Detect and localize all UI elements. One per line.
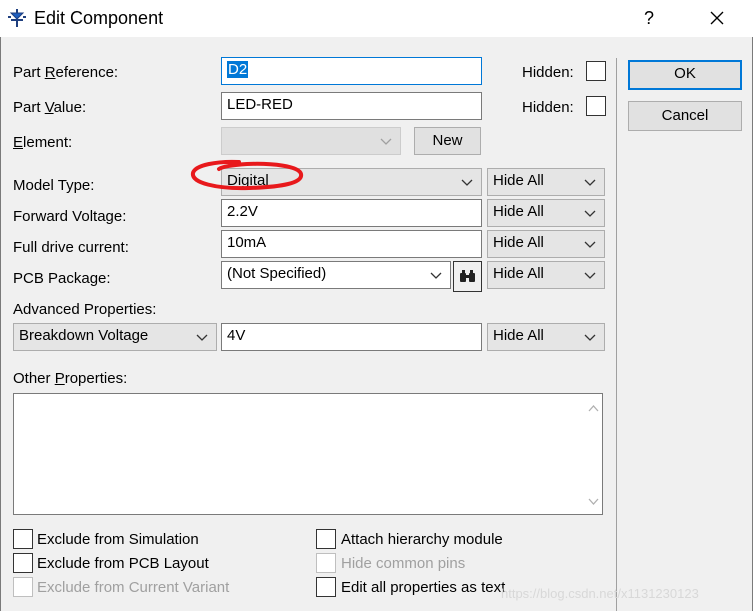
part-value-input[interactable]: LED-RED: [221, 92, 482, 120]
forward-voltage-visibility-select[interactable]: Hide All: [487, 199, 605, 227]
forward-voltage-input[interactable]: 2.2V: [221, 199, 482, 227]
pcb-package-visibility-select[interactable]: Hide All: [487, 261, 605, 289]
element-select[interactable]: [221, 127, 401, 155]
chevron-down-icon: [380, 138, 392, 145]
element-label: Element:: [13, 134, 73, 151]
attach-hierarchy-checkbox[interactable]: [316, 529, 336, 549]
advanced-properties-label: Advanced Properties:: [13, 301, 157, 318]
exclude-variant-checkbox[interactable]: [13, 577, 33, 597]
pcb-package-label: PCB Package:: [13, 270, 111, 287]
vertical-scrollbar[interactable]: [585, 394, 602, 514]
chevron-down-icon: [584, 210, 596, 217]
pcb-package-select[interactable]: (Not Specified): [221, 261, 451, 289]
chevron-down-icon: [584, 334, 596, 341]
hidden-label: Hidden:: [522, 99, 574, 116]
scroll-down-icon[interactable]: [588, 498, 599, 506]
part-reference-input[interactable]: D2: [221, 57, 482, 85]
other-properties-label: Other Properties:: [13, 370, 128, 387]
hide-common-pins-label: Hide common pins: [341, 555, 466, 572]
exclude-simulation-checkbox[interactable]: [13, 529, 33, 549]
close-icon[interactable]: [700, 4, 734, 32]
part-reference-label: Part Reference:: [13, 64, 119, 81]
dialog-body: Part Reference: D2 Hidden: Part Value: L…: [0, 37, 753, 611]
advanced-property-visibility-select[interactable]: Hide All: [487, 323, 605, 351]
window-title: Edit Component: [34, 8, 164, 28]
component-icon: [8, 9, 26, 27]
help-button[interactable]: ?: [632, 4, 666, 32]
attach-hierarchy-label: Attach hierarchy module: [341, 531, 503, 548]
hidden-value-checkbox[interactable]: [586, 96, 606, 116]
ok-button[interactable]: OK: [628, 60, 742, 90]
chevron-down-icon: [196, 334, 208, 341]
edit-as-text-checkbox[interactable]: [316, 577, 336, 597]
advanced-property-select[interactable]: Breakdown Voltage: [13, 323, 217, 351]
annotation-circle: [191, 159, 303, 191]
model-type-visibility-select[interactable]: Hide All: [487, 168, 605, 196]
hidden-label: Hidden:: [522, 64, 574, 81]
chevron-down-icon: [584, 241, 596, 248]
watermark: https://blog.csdn.net/x1131230123: [501, 586, 699, 601]
full-drive-current-input[interactable]: 10mA: [221, 230, 482, 258]
hidden-reference-checkbox[interactable]: [586, 61, 606, 81]
exclude-variant-label: Exclude from Current Variant: [37, 579, 230, 596]
forward-voltage-label: Forward Voltage:: [13, 208, 127, 225]
cancel-button[interactable]: Cancel: [628, 101, 742, 131]
chevron-down-icon: [461, 179, 473, 186]
part-value-label: Part Value:: [13, 99, 87, 116]
hide-common-pins-checkbox[interactable]: [316, 553, 336, 573]
new-button[interactable]: New: [414, 127, 481, 155]
chevron-down-icon: [584, 272, 596, 279]
full-drive-current-visibility-select[interactable]: Hide All: [487, 230, 605, 258]
exclude-simulation-label: Exclude from Simulation: [37, 531, 199, 548]
vertical-separator: [616, 58, 617, 611]
scroll-up-icon[interactable]: [588, 404, 599, 412]
full-drive-current-label: Full drive current:: [13, 239, 129, 256]
binoculars-icon: [460, 270, 475, 282]
advanced-property-input[interactable]: 4V: [221, 323, 482, 351]
title-bar: Edit Component ?: [0, 0, 753, 37]
exclude-pcb-label: Exclude from PCB Layout: [37, 555, 209, 572]
edit-as-text-label: Edit all properties as text: [341, 579, 506, 596]
other-properties-textarea[interactable]: [13, 393, 603, 515]
chevron-down-icon: [430, 272, 442, 279]
chevron-down-icon: [584, 179, 596, 186]
package-browse-button[interactable]: [453, 261, 482, 292]
model-type-label: Model Type:: [13, 177, 95, 194]
exclude-pcb-checkbox[interactable]: [13, 553, 33, 573]
